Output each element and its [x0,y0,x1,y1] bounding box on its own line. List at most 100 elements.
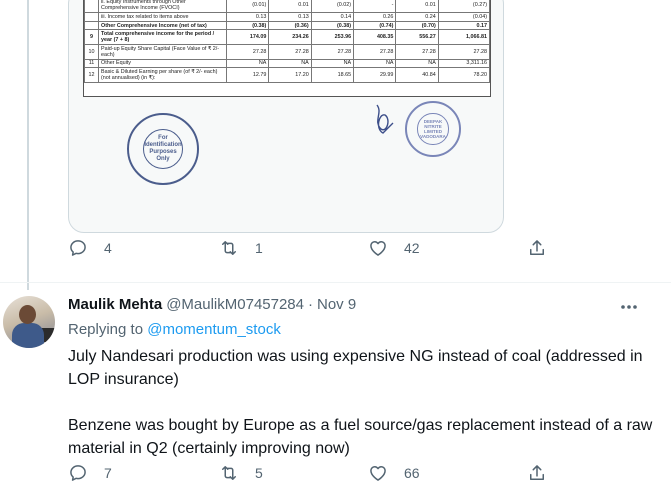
row-number: 11 [84,58,99,69]
row-value: 29.99 [353,67,397,83]
tweet-body: July Nandesari production was using expe… [68,345,658,460]
tweet-timestamp[interactable]: Nov 9 [317,296,356,313]
row-value: NA [353,58,397,69]
row-value: 408.35 [353,29,397,45]
auditor-stamp: For Identification Purposes Only [127,113,199,185]
row-value: - [353,0,397,14]
row-description: Basic & Diluted Earning per share (of ₹ … [98,67,227,83]
row-value: 18.65 [310,67,355,83]
tweet-paragraph-1: July Nandesari production was using expe… [68,348,643,388]
row-value: NA [310,58,355,69]
row-value: 1,066.81 [437,29,491,45]
row-value: 3,311.16 [437,58,491,69]
row-description: Other Comprehensive Income (net of tax) [98,20,227,31]
retweet-icon [222,466,236,480]
row-number [84,12,99,22]
tweet-image-card[interactable]: i. Remeasurements of the defined benefit… [68,0,504,233]
row-number: 9 [84,29,99,45]
row-value: (0.04) [437,12,491,22]
row-value: 0.14 [310,12,355,22]
reply-button[interactable]: 4 [68,238,112,258]
replying-to-label: Replying to [68,321,144,338]
row-value: 234.26 [268,29,312,45]
reply-button[interactable]: 7 [68,463,112,483]
financial-table: i. Remeasurements of the defined benefit… [84,0,491,83]
row-value: 40.84 [395,67,439,83]
financial-table-row: ii. Equity Instruments through Other Com… [84,0,491,14]
retweet-button[interactable]: 1 [219,238,263,258]
display-name[interactable]: Maulik Mehta [68,296,162,313]
reply-icon [70,465,86,481]
replying-to-line: Replying to @momentum_stock [68,321,281,338]
separator-dot: · [308,296,313,313]
tweet-paragraph-2: Benzene was bought by Europe as a fuel s… [68,417,653,457]
reply-icon [70,240,86,256]
retweet-count: 1 [255,240,263,256]
row-value: (0.01) [225,0,270,14]
row-value: 0.01 [268,0,312,14]
financial-table-row: iii. Income tax related to items above 0.… [84,12,491,22]
share-button[interactable] [527,238,547,258]
row-value: (0.36) [268,20,312,31]
row-description: iii. Income tax related to items above [98,12,227,22]
retweet-icon [222,241,236,255]
row-value: 0.24 [395,12,439,22]
row-value: NA [225,58,270,69]
reply-count: 7 [104,465,112,481]
row-value: (0.38) [310,20,355,31]
financial-statement-image: i. Remeasurements of the defined benefit… [83,0,491,97]
row-value: 0.17 [437,20,491,31]
row-number: 12 [84,67,99,83]
row-value: (0.74) [353,20,397,31]
share-button[interactable] [527,463,547,483]
thread-connector-line [27,0,29,290]
company-seal: DEEPAK NITRITE LIMITED VADODARA [405,101,461,157]
financial-table-row: 12 Basic & Diluted Earning per share (of … [84,67,491,83]
retweet-button[interactable]: 5 [219,463,263,483]
user-handle[interactable]: @MaulikM07457284 [166,296,304,313]
financial-table-row: 11 Other Equity NA NA NA NA NA 3,311.16 [84,58,491,69]
avatar[interactable] [3,296,55,348]
like-count: 42 [404,240,420,256]
row-description: Total comprehensive income for the perio… [98,29,227,45]
signature-mark [376,104,394,134]
row-value: 27.28 [395,43,439,60]
tweet-header: Maulik Mehta @MaulikM07457284 · Nov 9 [68,296,356,313]
row-value: 253.96 [310,29,355,45]
row-value: 174.09 [225,29,270,45]
row-value: 0.13 [268,12,312,22]
row-value: (0.38) [225,20,270,31]
row-value: 556.27 [395,29,439,45]
reply-count: 4 [104,240,112,256]
like-button[interactable]: 66 [368,463,420,483]
financial-table-row: 9 Total comprehensive income for the peri… [84,29,491,45]
like-icon [370,466,386,481]
row-value: NA [268,58,312,69]
more-icon[interactable] [618,297,640,317]
financial-table-row: 10 Paid-up Equity Share Capital (Face Val… [84,43,491,60]
row-value: 17.20 [268,67,312,83]
row-value: (0.27) [437,0,491,14]
auditor-stamp-text: For Identification Purposes Only [144,134,182,162]
row-value: (0.02) [310,0,355,14]
row-value: 0.13 [225,12,270,22]
row-value: (0.70) [395,20,439,31]
row-value: 27.28 [268,43,312,60]
row-description: ii. Equity Instruments through Other Com… [98,0,227,14]
row-number [84,0,99,14]
row-number: 10 [84,43,99,60]
row-value: 27.28 [310,43,355,60]
row-description: Other Equity [98,58,227,69]
like-count: 66 [404,465,420,481]
row-number [84,20,99,31]
replying-to-link[interactable]: @momentum_stock [147,321,281,338]
like-button[interactable]: 42 [368,238,420,258]
company-seal-text: DEEPAK NITRITE LIMITED VADODARA [420,119,446,139]
row-value: 12.79 [225,67,270,83]
row-value: NA [395,58,439,69]
share-icon [530,240,544,255]
row-value: 78.20 [437,67,491,83]
row-value: 27.28 [225,43,270,60]
financial-table-row: Other Comprehensive Income (net of tax)(… [84,20,491,31]
like-icon [370,241,386,256]
